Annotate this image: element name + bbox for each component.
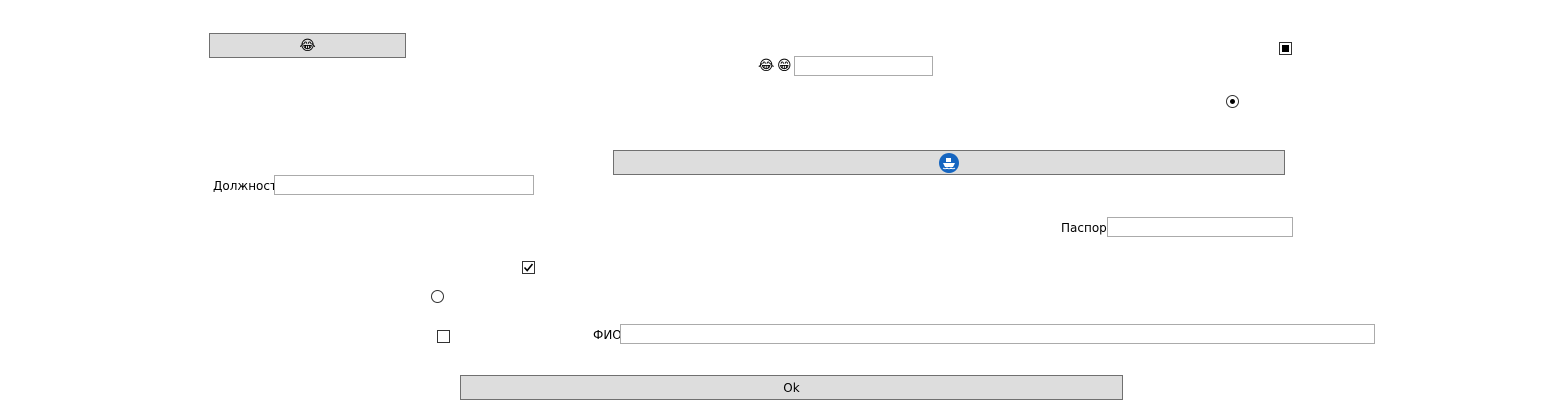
emoji-button[interactable]: 😂	[209, 33, 406, 58]
unchecked-checkbox[interactable]	[437, 330, 450, 343]
indeterminate-mark	[1282, 45, 1289, 52]
selected-radio[interactable]	[1226, 95, 1239, 108]
fio-label: ФИО	[593, 328, 622, 342]
passport-input[interactable]	[1107, 217, 1293, 237]
text-input[interactable]	[794, 56, 933, 76]
position-input[interactable]	[274, 175, 534, 195]
checkmark-icon	[523, 263, 534, 272]
ship-refresh-icon	[939, 152, 959, 173]
laughing-face-icon: 😂	[758, 58, 775, 74]
checked-checkbox[interactable]	[522, 261, 535, 274]
grinning-face-icon: 😁	[777, 58, 792, 74]
ship-button[interactable]	[613, 150, 1285, 175]
passport-label: Паспорт	[1061, 221, 1114, 235]
fio-input[interactable]	[620, 324, 1375, 344]
indeterminate-checkbox[interactable]	[1279, 42, 1292, 55]
ok-button-label: Ok	[783, 380, 800, 395]
laughing-face-icon: 😂	[299, 37, 316, 54]
radio-dot	[1230, 99, 1235, 104]
ok-button[interactable]: Ok	[460, 375, 1123, 400]
unselected-radio[interactable]	[431, 290, 444, 303]
